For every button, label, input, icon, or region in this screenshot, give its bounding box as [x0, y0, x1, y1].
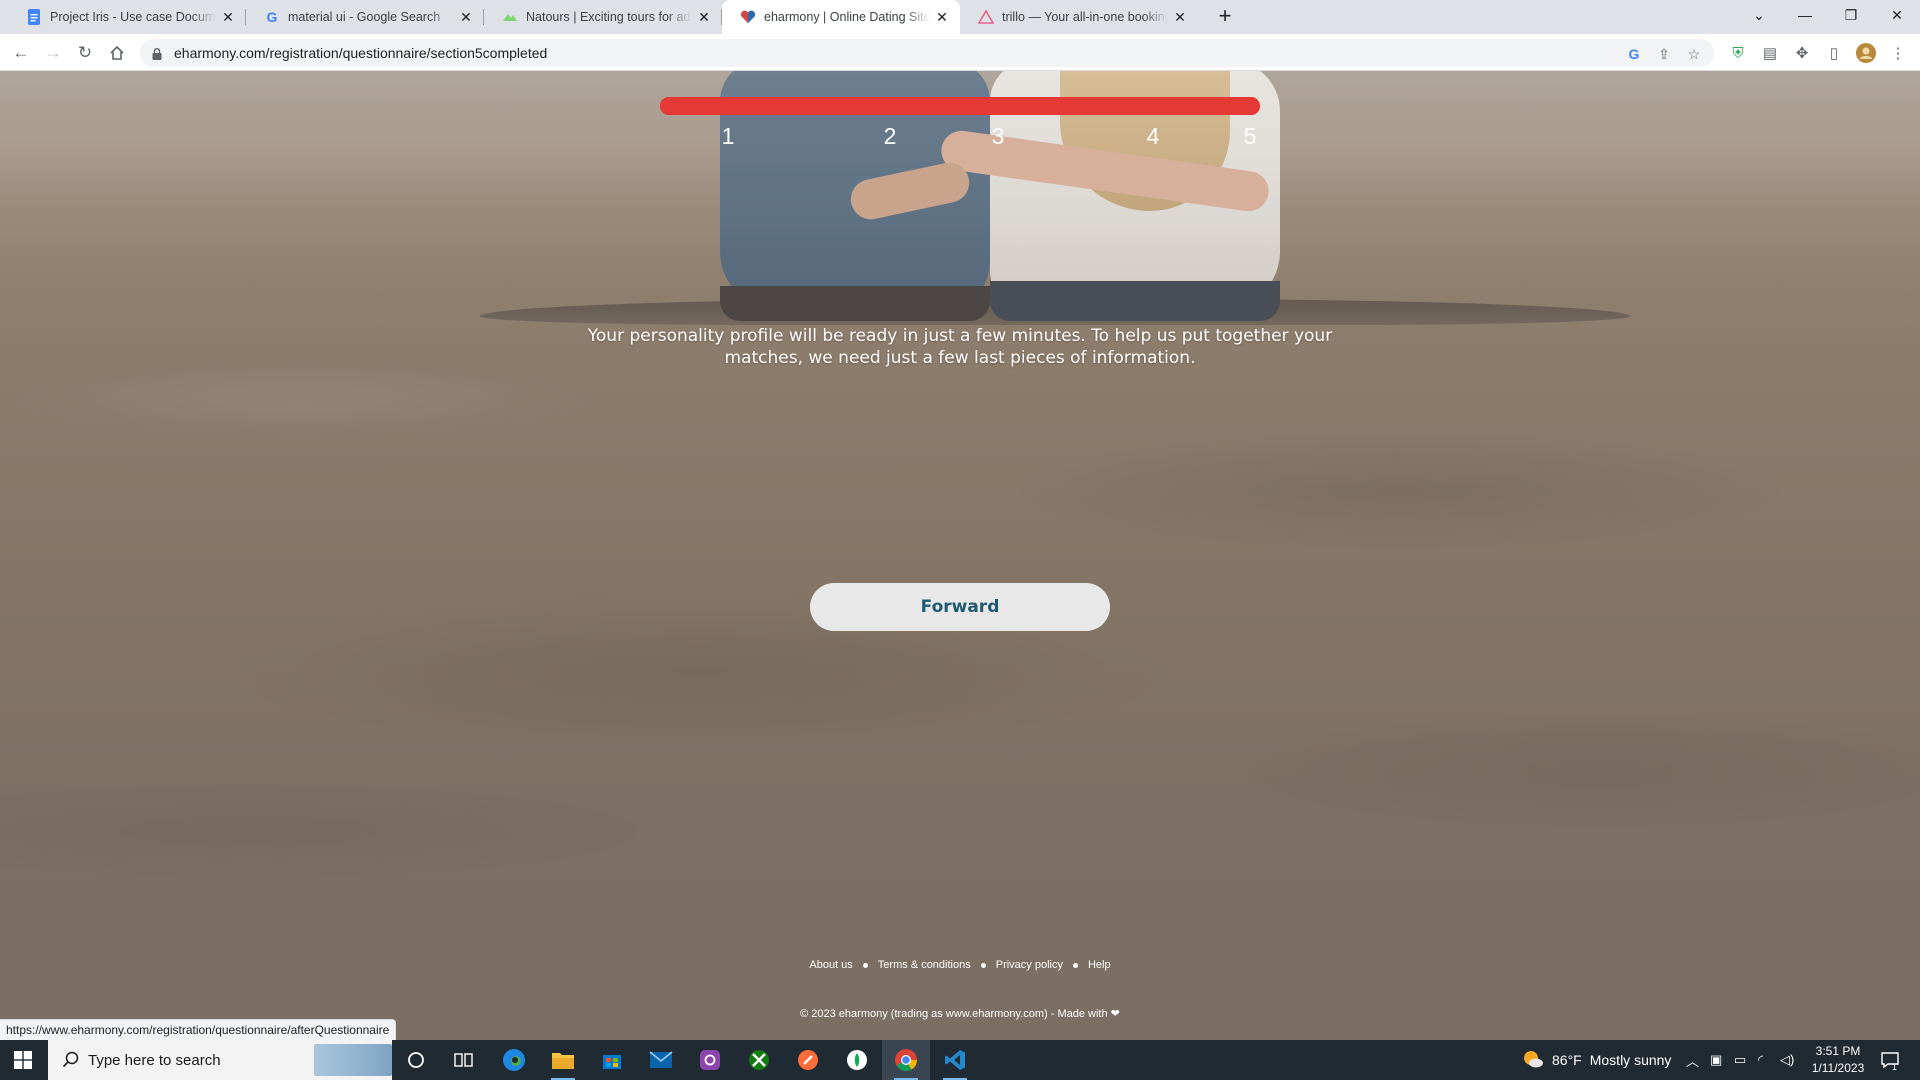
tab-natours[interactable]: Natours | Exciting tours for adventurous… [484, 0, 722, 34]
tab-google-search[interactable]: G material ui - Google Search ✕ [246, 0, 484, 34]
close-tab-icon[interactable]: ✕ [220, 9, 236, 25]
clock-time: 3:51 PM [1815, 1044, 1861, 1058]
trillo-icon [978, 9, 994, 25]
progress-step-3: 3 [991, 123, 1005, 149]
file-explorer-icon[interactable] [539, 1040, 587, 1080]
progress-step-4: 4 [1146, 123, 1160, 149]
edge-icon[interactable] [490, 1040, 538, 1080]
bookmark-star-icon[interactable]: ☆ [1684, 44, 1704, 64]
footer-link-privacy[interactable]: Privacy policy [996, 959, 1063, 971]
share-icon[interactable]: ⇪ [1654, 44, 1674, 64]
google-lens-icon[interactable]: G [1624, 44, 1644, 64]
cortana-icon[interactable] [392, 1040, 440, 1080]
profile-avatar-icon[interactable] [1856, 43, 1876, 63]
progress-bar-fill [660, 97, 1260, 115]
forward-arrow-icon[interactable]: → [40, 40, 66, 66]
minimize-button[interactable]: — [1782, 0, 1828, 30]
restore-button[interactable]: ❐ [1828, 0, 1874, 30]
vscode-icon[interactable] [931, 1040, 979, 1080]
meet-now-icon[interactable]: ▣ [1710, 1040, 1722, 1080]
side-panel-icon[interactable]: ▯ [1824, 43, 1844, 63]
natours-icon [502, 9, 518, 25]
url-text: eharmony.com/registration/questionnaire/… [174, 45, 548, 61]
tab-title: trillo — Your all-in-one booking app [1002, 10, 1168, 24]
tab-title: material ui - Google Search [288, 10, 441, 24]
address-bar[interactable]: eharmony.com/registration/questionnaire/… [140, 39, 1714, 67]
close-tab-icon[interactable]: ✕ [934, 9, 950, 25]
taskbar-search-placeholder: Type here to search [88, 1051, 221, 1069]
close-tab-icon[interactable]: ✕ [1172, 9, 1188, 25]
footer-link-help[interactable]: Help [1088, 959, 1111, 971]
microsoft-store-icon[interactable] [588, 1040, 636, 1080]
tab-project-iris[interactable]: Project Iris - Use case Document ✕ [8, 0, 246, 34]
eharmony-icon [740, 9, 756, 25]
chrome-menu-icon[interactable]: ⋮ [1888, 43, 1908, 63]
tab-search-chevron-icon[interactable]: ⌄ [1736, 0, 1782, 30]
mail-icon[interactable] [637, 1040, 685, 1080]
search-icon [62, 1051, 79, 1072]
clock-date: 1/11/2023 [1811, 1061, 1865, 1075]
tab-eharmony[interactable]: eharmony | Online Dating Site for Single… [722, 0, 960, 34]
forward-button[interactable]: Forward [810, 583, 1110, 631]
show-hidden-icons-chevron-icon[interactable]: ︿ [1686, 1040, 1699, 1080]
footer-separator-dot [862, 962, 868, 968]
tab-title: Project Iris - Use case Document [50, 10, 216, 24]
eharmony-page: 1 2 3 4 5 Your personality profile will … [0, 71, 1920, 1040]
extensions-puzzle-icon[interactable]: ✥ [1792, 43, 1812, 63]
progress-step-2: 2 [883, 123, 897, 149]
back-arrow-icon[interactable]: ← [8, 40, 34, 66]
footer-link-terms[interactable]: Terms & conditions [878, 959, 971, 971]
browser-tab-strip: Project Iris - Use case Document ✕ G mat… [0, 0, 1920, 34]
footer-separator-dot [980, 962, 986, 968]
close-tab-icon[interactable]: ✕ [696, 9, 712, 25]
task-view-icon[interactable] [440, 1040, 488, 1080]
google-icon: G [266, 9, 278, 25]
footer-links: About us Terms & conditions Privacy poli… [0, 959, 1920, 971]
wifi-icon[interactable]: ◜ [1758, 1040, 1763, 1080]
windows-start-icon[interactable] [0, 1040, 46, 1080]
close-window-button[interactable]: ✕ [1874, 0, 1920, 30]
weather-widget[interactable]: 86°F Mostly sunny [1522, 1040, 1671, 1080]
new-tab-button[interactable]: + [1212, 5, 1238, 29]
progress-step-1: 1 [721, 123, 735, 149]
battery-icon[interactable]: ▭ [1734, 1040, 1746, 1080]
tab-trillo[interactable]: trillo — Your all-in-one booking app ✕ [960, 0, 1198, 34]
reload-icon[interactable]: ↻ [72, 40, 98, 66]
close-tab-icon[interactable]: ✕ [458, 9, 474, 25]
tab-title: eharmony | Online Dating Site for Single… [764, 10, 930, 24]
instagram-app-icon[interactable] [686, 1040, 734, 1080]
home-icon[interactable] [104, 40, 130, 66]
progress-step-5: 5 [1243, 123, 1257, 149]
progress-bar [660, 97, 1260, 115]
volume-icon[interactable]: ◁) [1780, 1040, 1794, 1080]
weather-sun-cloud-icon [1522, 1049, 1544, 1072]
xbox-icon[interactable] [735, 1040, 783, 1080]
docs-icon [26, 9, 42, 25]
search-highlight-image [314, 1044, 392, 1076]
notification-count-badge: 1 [1892, 1062, 1898, 1072]
extension-card-icon[interactable]: ▤ [1760, 43, 1780, 63]
notification-center-icon[interactable]: 1 [1880, 1040, 1900, 1080]
weather-condition: Mostly sunny [1589, 1052, 1672, 1068]
footer-separator-dot [1072, 962, 1078, 968]
weather-temperature: 86°F [1552, 1052, 1582, 1068]
chrome-icon[interactable] [882, 1040, 930, 1080]
browser-toolbar: ← → ↻ eharmony.com/registration/question… [0, 34, 1920, 71]
postman-icon[interactable] [784, 1040, 832, 1080]
tab-title: Natours | Exciting tours for adventurous… [526, 10, 692, 24]
taskbar-clock[interactable]: 3:51 PM 1/11/2023 [1798, 1043, 1878, 1077]
lock-icon [152, 47, 162, 60]
profile-ready-message: Your personality profile will be ready i… [587, 326, 1333, 368]
mongodb-compass-icon[interactable] [833, 1040, 881, 1080]
taskbar-search-box[interactable]: Type here to search [48, 1040, 392, 1080]
windows-taskbar: Type here to search 86°F Mostly sunny ︿ … [0, 1040, 1920, 1080]
footer-link-about[interactable]: About us [809, 959, 852, 971]
extension-shield-icon[interactable]: ⛨ [1728, 43, 1748, 63]
link-status-bar: https://www.eharmony.com/registration/qu… [0, 1019, 397, 1040]
